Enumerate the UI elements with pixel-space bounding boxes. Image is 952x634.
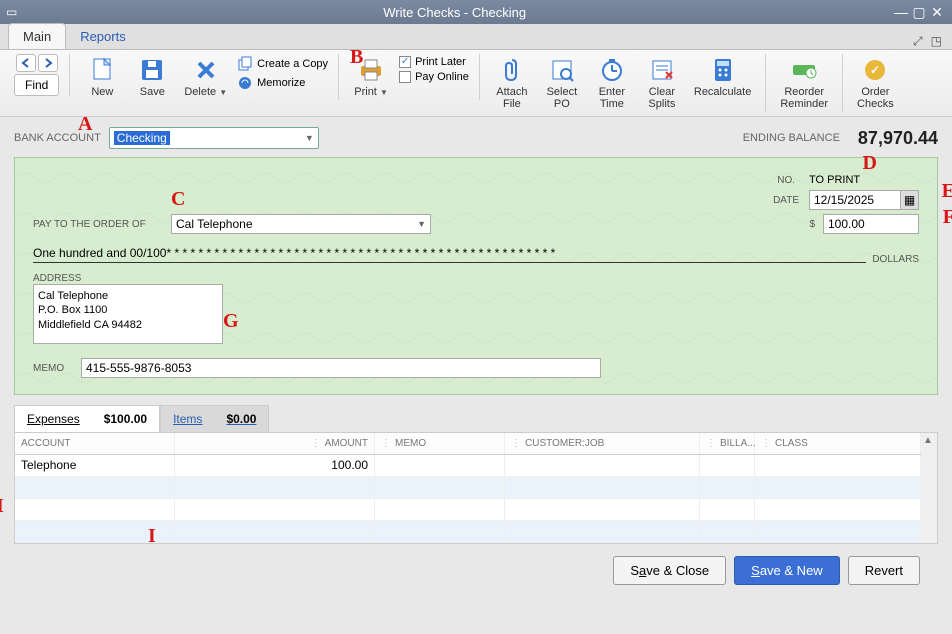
ribbon-tabs: Main Reports ⤢ ◳ — [0, 24, 952, 50]
tab-main[interactable]: Main — [8, 23, 66, 49]
app-menu-icon[interactable]: ▭ — [6, 5, 17, 19]
enter-time-button[interactable]: Enter Time — [590, 54, 634, 112]
col-account[interactable]: ACCOUNT — [15, 433, 175, 454]
svg-text:✓: ✓ — [870, 63, 880, 77]
check-date-input[interactable] — [809, 190, 901, 210]
find-button[interactable]: Find — [14, 74, 59, 96]
check-no-value: TO PRINT — [809, 174, 919, 186]
memorize-icon — [237, 75, 253, 91]
pay-online-checkbox[interactable]: Pay Online — [399, 71, 469, 83]
maximize-button[interactable]: ▢ — [910, 4, 928, 21]
dollars-label: DOLLARS — [872, 254, 919, 265]
chevron-down-icon: ▼ — [417, 219, 426, 229]
expenses-grid: ACCOUNT ⋮AMOUNT ⋮MEMO ⋮CUSTOMER:JOB ⋮BIL… — [14, 432, 938, 544]
revert-button[interactable]: Revert — [848, 556, 920, 585]
nav-forward-button[interactable] — [38, 54, 58, 72]
reorder-reminder-button[interactable]: Reorder Reminder — [776, 54, 832, 112]
check-no-label: NO. — [777, 175, 795, 186]
table-row[interactable] — [15, 521, 921, 543]
table-row[interactable]: Telephone 100.00 — [15, 455, 921, 477]
dollar-sign: $ — [809, 219, 815, 230]
check-date-label: DATE — [773, 195, 799, 206]
address-box[interactable]: Cal Telephone P.O. Box 1100 Middlefield … — [33, 284, 223, 344]
address-label: ADDRESS — [33, 273, 919, 284]
vertical-scrollbar[interactable]: ▲ — [921, 433, 937, 543]
title-bar: ▭ Write Checks - Checking — ▢ ✕ — [0, 0, 952, 24]
items-tab[interactable]: Items $0.00 — [160, 405, 269, 432]
memo-input[interactable] — [81, 358, 601, 378]
recalculate-button[interactable]: Recalculate — [690, 54, 755, 100]
delete-button[interactable]: Delete ▼ — [180, 54, 231, 100]
payto-dropdown[interactable]: Cal Telephone ▼ — [171, 214, 431, 234]
print-button[interactable]: Print ▼ — [349, 54, 393, 100]
expand-icon[interactable]: ⤢ — [913, 34, 923, 49]
tab-reports[interactable]: Reports — [66, 24, 140, 49]
save-close-button[interactable]: Save & Close — [613, 556, 726, 585]
checkbox-unchecked-icon — [399, 71, 411, 83]
annotation-h: H — [0, 495, 4, 518]
create-copy-button[interactable]: Create a Copy — [237, 56, 328, 72]
new-button[interactable]: New — [80, 54, 124, 100]
annotation-d: D — [863, 152, 877, 175]
copy-icon — [237, 56, 253, 72]
close-button[interactable]: ✕ — [928, 4, 946, 21]
chevron-down-icon: ▼ — [305, 133, 314, 143]
popout-icon[interactable]: ◳ — [931, 34, 942, 49]
calendar-icon[interactable]: ▦ — [901, 190, 919, 210]
col-billable[interactable]: ⋮BILLA... — [700, 433, 755, 454]
annotation-f: F — [943, 206, 952, 229]
checkbox-checked-icon: ✓ — [399, 56, 411, 68]
table-row[interactable] — [15, 477, 921, 499]
col-memo[interactable]: ⋮MEMO — [375, 433, 505, 454]
col-class[interactable]: ⋮CLASS — [755, 433, 921, 454]
order-checks-button[interactable]: ✓ Order Checks — [853, 54, 898, 112]
table-row[interactable] — [15, 499, 921, 521]
check-amount-input[interactable] — [823, 214, 919, 234]
col-customer[interactable]: ⋮CUSTOMER:JOB — [505, 433, 700, 454]
bank-account-dropdown[interactable]: Checking ▼ — [109, 127, 319, 149]
clear-splits-button[interactable]: Clear Splits — [640, 54, 684, 112]
select-po-button[interactable]: Select PO — [540, 54, 584, 112]
print-later-checkbox[interactable]: ✓ Print Later — [399, 56, 469, 68]
check-panel: D E F C G NO. TO PRINT DATE ▦ PAY TO THE… — [14, 157, 938, 395]
ending-balance-label: ENDING BALANCE — [743, 132, 840, 144]
payto-label: PAY TO THE ORDER OF — [33, 219, 163, 230]
annotation-g: G — [223, 310, 239, 333]
expenses-tab[interactable]: Expenses $100.00 — [14, 405, 160, 432]
ending-balance-value: 87,970.44 — [858, 128, 938, 149]
save-new-button[interactable]: Save & New — [734, 556, 840, 585]
save-button[interactable]: Save — [130, 54, 174, 100]
toolbar: B Find New Save Delete ▼ Create a Copy — [0, 50, 952, 117]
window-title: Write Checks - Checking — [17, 5, 892, 20]
scroll-up-icon: ▲ — [923, 435, 935, 447]
attach-file-button[interactable]: Attach File — [490, 54, 534, 112]
memorize-button[interactable]: Memorize — [237, 75, 328, 91]
minimize-button[interactable]: — — [892, 4, 910, 20]
bank-account-label: BANK ACCOUNT — [14, 132, 101, 144]
nav-back-button[interactable] — [16, 54, 36, 72]
detail-tabs: Expenses $100.00 Items $0.00 — [14, 405, 938, 432]
annotation-e: E — [942, 180, 952, 203]
memo-label: MEMO — [33, 363, 73, 374]
col-amount[interactable]: ⋮AMOUNT — [175, 433, 375, 454]
amount-words: One hundred and 00/100* * * * * * * * * … — [33, 246, 866, 263]
